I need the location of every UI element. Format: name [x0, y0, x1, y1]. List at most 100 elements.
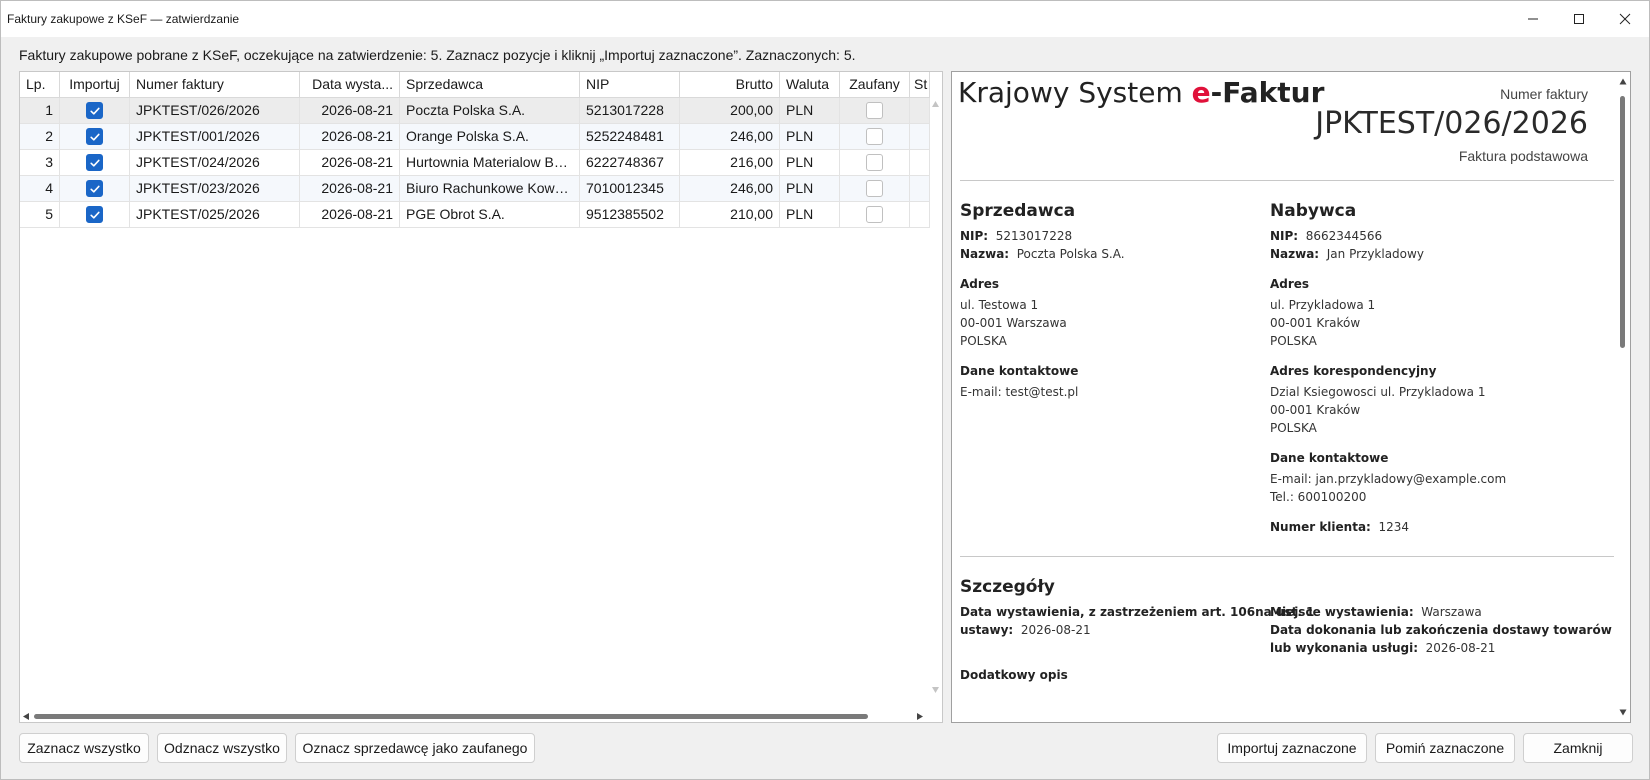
buyer-correspondence-line: Dzial Ksiegowosci ul. Przykladowa 1 [1270, 385, 1486, 399]
cell-numer: JPKTEST/025/2026 [130, 202, 300, 227]
table-row[interactable]: 1 JPKTEST/026/2026 2026-08-21 Poczta Polska… [20, 98, 930, 124]
cell-nip: 9512385502 [580, 202, 680, 227]
cell-nip: 7010012345 [580, 176, 680, 201]
seller-address-line: POLSKA [960, 334, 1007, 348]
invoice-number-label: Numer faktury [1500, 86, 1588, 102]
cell-brutto: 246,00 [680, 176, 780, 201]
cell-brutto: 246,00 [680, 124, 780, 149]
cell-importuj [60, 98, 130, 123]
trusted-checkbox[interactable] [866, 128, 883, 145]
column-header-zaufany[interactable]: Zaufany [840, 72, 910, 98]
table-row[interactable]: 4 JPKTEST/023/2026 2026-08-21 Biuro Rachunk… [20, 176, 930, 202]
buyer-address-line: 00-001 Kraków [1270, 316, 1361, 330]
table-header: Lp. Importuj Numer faktury Data wysta...… [20, 72, 930, 98]
seller-name: Nazwa: Poczta Polska S.A. [960, 247, 1125, 261]
cell-waluta: PLN [780, 202, 840, 227]
preview-scroll-thumb[interactable] [1620, 96, 1625, 348]
deselect-all-button[interactable]: Odznacz wszystko [157, 733, 287, 763]
cell-lp: 3 [20, 150, 60, 175]
column-header-waluta[interactable]: Waluta [780, 72, 840, 98]
trusted-checkbox[interactable] [866, 154, 883, 171]
maximize-icon [1574, 14, 1584, 24]
cell-numer: JPKTEST/024/2026 [130, 150, 300, 175]
buyer-address-line: POLSKA [1270, 334, 1317, 348]
cell-status [910, 150, 930, 175]
column-header-numer[interactable]: Numer faktury [130, 72, 300, 98]
import-checkbox[interactable] [86, 102, 103, 119]
scroll-up-icon[interactable] [1619, 78, 1627, 85]
divider [960, 180, 1614, 181]
import-checkbox[interactable] [86, 180, 103, 197]
buyer-correspondence-line: POLSKA [1270, 421, 1317, 435]
cell-waluta: PLN [780, 98, 840, 123]
seller-email: E-mail: test@test.pl [960, 385, 1079, 399]
buyer-contact-heading: Dane kontaktowe [1270, 451, 1389, 465]
cell-brutto: 216,00 [680, 150, 780, 175]
scroll-right-icon[interactable] [916, 712, 924, 721]
close-button[interactable]: Zamknij [1523, 733, 1633, 763]
cell-zaufany [840, 202, 910, 227]
cell-data: 2026-08-21 [300, 150, 400, 175]
table-row[interactable]: 5 JPKTEST/025/2026 2026-08-21 PGE Obrot S.A… [20, 202, 930, 228]
column-header-lp[interactable]: Lp. [20, 72, 60, 98]
skip-selected-button[interactable]: Pomiń zaznaczone [1375, 733, 1515, 763]
cell-status [910, 98, 930, 123]
maximize-button[interactable] [1556, 1, 1602, 37]
scroll-left-icon[interactable] [22, 712, 30, 721]
column-header-brutto[interactable]: Brutto [680, 72, 780, 98]
mark-trusted-seller-button[interactable]: Oznacz sprzedawcę jako zaufanego [295, 733, 535, 763]
seller-address-line: ul. Testowa 1 [960, 298, 1039, 312]
invoice-preview[interactable]: Krajowy System e-Faktur Numer faktury JP… [951, 71, 1631, 723]
scroll-down-icon[interactable] [1619, 709, 1627, 716]
scroll-up-icon[interactable] [931, 100, 940, 108]
buyer-correspondence-heading: Adres korespondencyjny [1270, 364, 1437, 378]
cell-sprzedawca: Hurtownia Materialow Bu... [400, 150, 580, 175]
cell-zaufany [840, 124, 910, 149]
scroll-down-icon[interactable] [931, 686, 940, 694]
cell-sprzedawca: Orange Polska S.A. [400, 124, 580, 149]
trusted-checkbox[interactable] [866, 102, 883, 119]
column-header-nip[interactable]: NIP [580, 72, 680, 98]
additional-description-heading: Dodatkowy opis [960, 668, 1068, 682]
buyer-name: Nazwa: Jan Przykladowy [1270, 247, 1424, 261]
import-checkbox[interactable] [86, 128, 103, 145]
preview-vertical-scrollbar[interactable] [1615, 72, 1630, 722]
cell-importuj [60, 202, 130, 227]
import-selected-button[interactable]: Importuj zaznaczone [1217, 733, 1367, 763]
buyer-correspondence-line: 00-001 Kraków [1270, 403, 1361, 417]
column-header-data[interactable]: Data wysta... [300, 72, 400, 98]
cell-data: 2026-08-21 [300, 176, 400, 201]
buyer-client-number: Numer klienta: 1234 [1270, 520, 1410, 534]
table-row[interactable]: 2 JPKTEST/001/2026 2026-08-21 Orange Polska… [20, 124, 930, 150]
cell-lp: 4 [20, 176, 60, 201]
cell-lp: 5 [20, 202, 60, 227]
import-checkbox[interactable] [86, 206, 103, 223]
table-vertical-scrollbar[interactable] [928, 98, 942, 698]
cell-importuj [60, 124, 130, 149]
title-bar: Faktury zakupowe z KSeF — zatwierdzanie [1, 1, 1649, 37]
cell-zaufany [840, 98, 910, 123]
cell-lp: 2 [20, 124, 60, 149]
buyer-phone: Tel.: 600100200 [1270, 490, 1367, 504]
trusted-checkbox[interactable] [866, 206, 883, 223]
minimize-button[interactable] [1510, 1, 1556, 37]
details-heading: Szczegóły [960, 577, 1055, 597]
cell-zaufany [840, 176, 910, 201]
cell-sprzedawca: Poczta Polska S.A. [400, 98, 580, 123]
cell-sprzedawca: PGE Obrot S.A. [400, 202, 580, 227]
column-header-status[interactable]: St [910, 72, 930, 98]
minimize-icon [1528, 18, 1538, 20]
close-window-button[interactable] [1602, 1, 1648, 37]
column-header-importuj[interactable]: Importuj [60, 72, 130, 98]
horizontal-scroll-thumb[interactable] [34, 714, 868, 719]
table-row[interactable]: 3 JPKTEST/024/2026 2026-08-21 Hurtownia Mat… [20, 150, 930, 176]
seller-address-line: 00-001 Warszawa [960, 316, 1067, 330]
column-header-sprzedawca[interactable]: Sprzedawca [400, 72, 580, 98]
seller-contact-heading: Dane kontaktowe [960, 364, 1079, 378]
invoice-table[interactable]: Lp. Importuj Numer faktury Data wysta...… [19, 71, 943, 723]
import-checkbox[interactable] [86, 154, 103, 171]
table-horizontal-scrollbar[interactable] [20, 708, 928, 722]
cell-sprzedawca: Biuro Rachunkowe Kowal... [400, 176, 580, 201]
select-all-button[interactable]: Zaznacz wszystko [19, 733, 149, 763]
trusted-checkbox[interactable] [866, 180, 883, 197]
